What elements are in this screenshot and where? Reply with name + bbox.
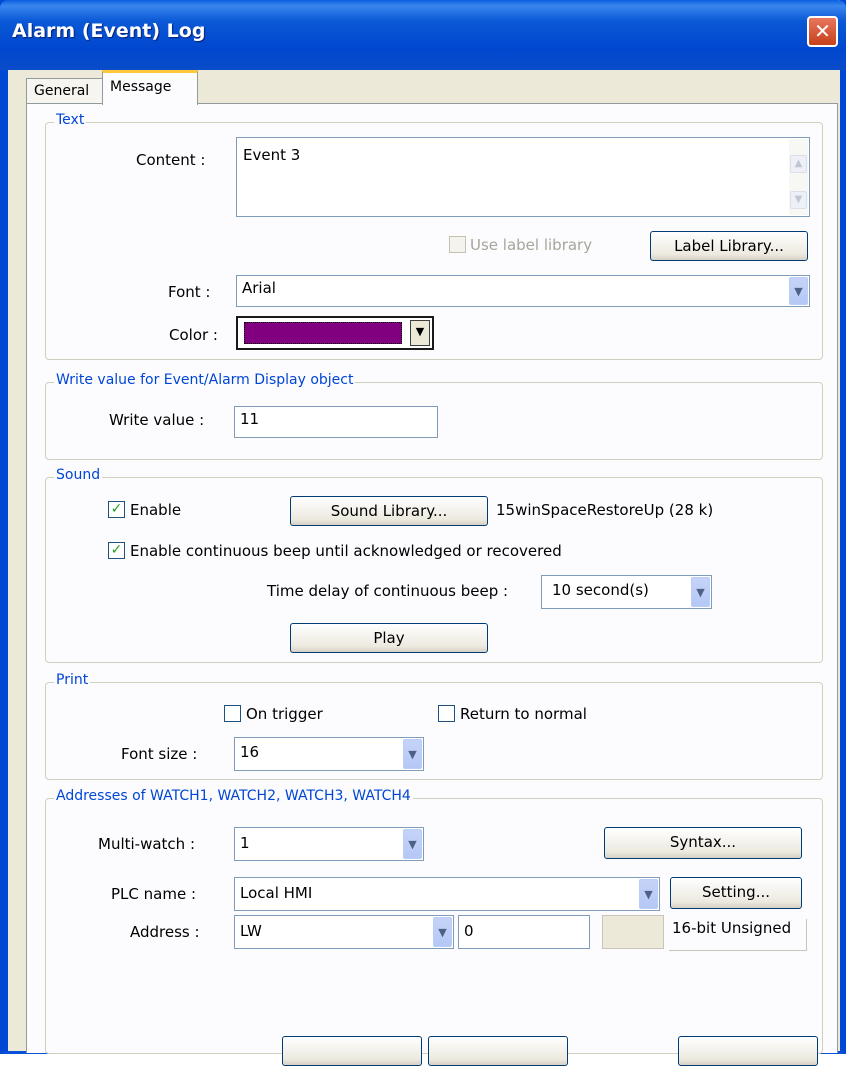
syntax-button[interactable]: Syntax...	[604, 827, 802, 859]
text-group: Text Content : Event 3 ▲ ▼ Use label lib…	[45, 112, 823, 360]
write-value-label: Write value :	[109, 411, 205, 429]
font-select[interactable]: Arial ▼	[236, 275, 810, 307]
ok-button[interactable]	[282, 1036, 422, 1066]
color-label: Color :	[169, 326, 218, 344]
multi-watch-label: Multi-watch :	[98, 835, 195, 853]
use-label-library-label: Use label library	[470, 236, 593, 254]
font-value: Arial	[242, 279, 276, 297]
multi-watch-value: 1	[240, 834, 250, 852]
on-trigger-checkbox[interactable]	[224, 705, 241, 722]
address-label: Address :	[130, 923, 200, 941]
return-normal-checkbox[interactable]	[438, 705, 455, 722]
content-textarea[interactable]: Event 3 ▲ ▼	[236, 137, 810, 217]
watch-addresses-legend: Addresses of WATCH1, WATCH2, WATCH3, WAT…	[54, 788, 413, 804]
label-library-button[interactable]: Label Library...	[650, 231, 808, 261]
beep-delay-label: Time delay of continuous beep :	[267, 582, 509, 600]
dialog-window: Alarm (Event) Log ✕ General Message Text…	[0, 0, 846, 1066]
sound-file-name: 15winSpaceRestoreUp (28 k)	[496, 501, 714, 519]
address-extra-field	[602, 915, 664, 949]
content-scrollbar[interactable]: ▲ ▼	[789, 139, 808, 215]
address-type-select[interactable]: LW ▼	[234, 915, 454, 949]
data-type-label: 16-bit Unsigned	[669, 919, 807, 951]
write-value-input[interactable]: 11	[234, 406, 438, 438]
font-size-select[interactable]: 16 ▼	[234, 737, 424, 771]
use-label-library-checkbox[interactable]	[449, 236, 466, 253]
plc-name-label: PLC name :	[111, 885, 197, 903]
watch-addresses-group: Addresses of WATCH1, WATCH2, WATCH3, WAT…	[45, 788, 823, 1054]
content-text: Event 3	[243, 146, 301, 164]
print-group: Print On trigger Return to normal Font s…	[45, 672, 823, 780]
plc-name-select[interactable]: Local HMI ▼	[234, 877, 660, 911]
address-value-input[interactable]: 0	[458, 915, 590, 949]
font-label: Font :	[168, 283, 211, 301]
enable-sound-checkbox[interactable]: ✓	[108, 501, 125, 518]
color-picker[interactable]: ▼	[236, 316, 434, 350]
address-type-value: LW	[240, 922, 262, 940]
multi-watch-select[interactable]: 1 ▼	[234, 827, 424, 861]
help-button[interactable]	[678, 1036, 818, 1066]
sound-library-button[interactable]: Sound Library...	[290, 496, 488, 526]
play-button[interactable]: Play	[290, 623, 488, 653]
tab-message[interactable]: Message	[102, 70, 198, 105]
beep-delay-value: 10 second(s)	[552, 581, 649, 599]
plc-name-value: Local HMI	[240, 884, 313, 902]
font-size-value: 16	[240, 743, 260, 761]
cancel-button[interactable]	[428, 1036, 568, 1066]
content-label: Content :	[136, 151, 206, 169]
chevron-down-icon[interactable]: ▼	[433, 917, 452, 947]
on-trigger-label: On trigger	[246, 705, 323, 723]
write-value-group: Write value for Event/Alarm Display obje…	[45, 372, 823, 460]
scroll-down-icon[interactable]: ▼	[790, 191, 807, 209]
font-size-label: Font size :	[121, 745, 198, 763]
return-normal-label: Return to normal	[460, 705, 587, 723]
chevron-down-icon[interactable]: ▼	[403, 739, 422, 769]
plc-setting-button[interactable]: Setting...	[670, 877, 802, 909]
sound-group: Sound ✓ Enable Sound Library... 15winSpa…	[45, 467, 823, 663]
color-swatch	[244, 322, 402, 344]
chevron-down-icon[interactable]: ▼	[691, 577, 710, 607]
tab-general[interactable]: General	[26, 78, 104, 104]
beep-delay-select[interactable]: 10 second(s) ▼	[541, 575, 712, 609]
enable-sound-label: Enable	[130, 501, 182, 519]
message-tab-panel: Text Content : Event 3 ▲ ▼ Use label lib…	[26, 103, 838, 1054]
continuous-beep-label: Enable continuous beep until acknowledge…	[130, 542, 562, 560]
title-bar: Alarm (Event) Log ✕	[0, 0, 846, 70]
chevron-down-icon[interactable]: ▼	[403, 829, 422, 859]
sound-group-legend: Sound	[54, 467, 103, 483]
close-button[interactable]: ✕	[807, 16, 838, 47]
scroll-up-icon[interactable]: ▲	[790, 155, 807, 173]
color-dropdown-icon[interactable]: ▼	[410, 320, 430, 346]
chevron-down-icon[interactable]: ▼	[789, 277, 808, 305]
print-group-legend: Print	[54, 672, 91, 688]
continuous-beep-checkbox[interactable]: ✓	[108, 542, 125, 559]
text-group-legend: Text	[54, 112, 87, 128]
chevron-down-icon[interactable]: ▼	[639, 879, 658, 909]
window-title: Alarm (Event) Log	[12, 20, 206, 42]
write-value-legend: Write value for Event/Alarm Display obje…	[54, 372, 356, 388]
